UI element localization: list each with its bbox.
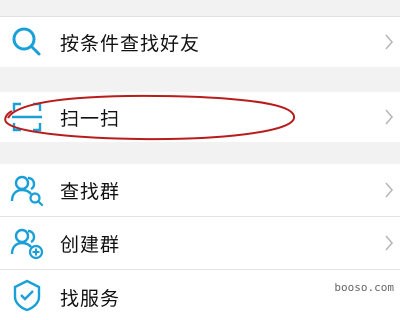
chevron-right-icon xyxy=(385,235,394,251)
search-icon xyxy=(12,27,41,56)
menu-item-label: 按条件查找好友 xyxy=(60,32,201,55)
menu-item-find-service[interactable]: 找服务 xyxy=(0,270,400,320)
menu-item-find-group[interactable]: 查找群 xyxy=(0,164,400,216)
find-service-icon xyxy=(13,279,41,312)
menu-item-label: 找服务 xyxy=(60,288,121,310)
find-group-icon xyxy=(10,175,44,207)
watermark: booso.com xyxy=(334,281,394,294)
scan-icon xyxy=(12,102,42,132)
chevron-right-icon xyxy=(385,182,394,198)
chevron-right-icon xyxy=(385,109,394,125)
menu-item-label: 创建群 xyxy=(60,233,121,256)
create-group-icon xyxy=(10,228,44,260)
top-separator xyxy=(0,0,400,17)
menu-item-label: 扫一扫 xyxy=(60,107,121,130)
menu-item-scan[interactable]: 扫一扫 xyxy=(0,92,400,142)
chevron-right-icon xyxy=(385,34,394,50)
menu-item-label: 查找群 xyxy=(60,180,121,203)
menu-item-create-group[interactable]: 创建群 xyxy=(0,217,400,269)
menu-item-find-friends[interactable]: 按条件查找好友 xyxy=(0,17,400,67)
